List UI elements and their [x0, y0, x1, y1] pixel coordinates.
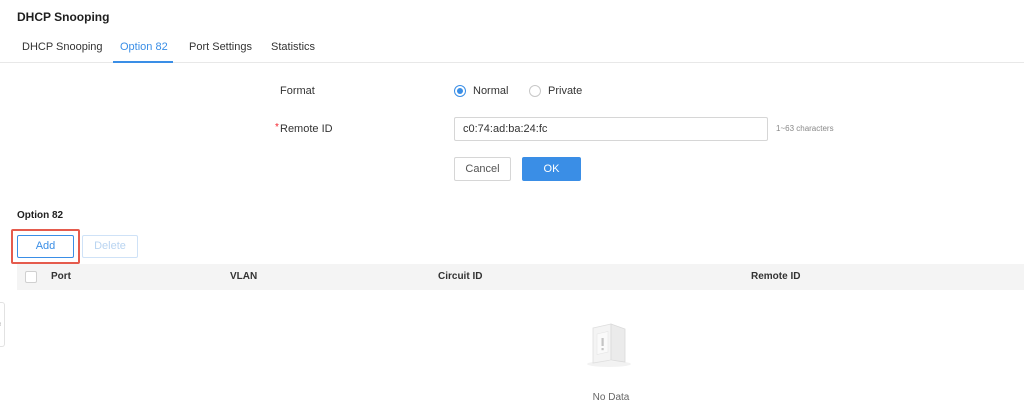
remote-id-label: * Remote ID [275, 122, 333, 135]
radio-checked-icon [454, 85, 466, 97]
remote-id-label-text: Remote ID [280, 123, 333, 135]
tab-dhcp-snooping[interactable]: DHCP Snooping [22, 41, 103, 53]
side-collapse-tab[interactable]: ‹ [0, 302, 5, 347]
ok-button[interactable]: OK [522, 157, 581, 181]
remote-id-hint: 1~63 characters [776, 124, 834, 133]
remote-id-input[interactable] [454, 117, 768, 141]
tab-statistics[interactable]: Statistics [271, 41, 315, 53]
table-header: Port VLAN Circuit ID Remote ID [17, 264, 1024, 290]
page-title: DHCP Snooping [17, 10, 110, 24]
add-button[interactable]: Add [17, 235, 74, 258]
delete-button[interactable]: Delete [82, 235, 138, 258]
collapse-arrow-icon: ‹ [0, 321, 1, 328]
select-all-checkbox[interactable] [25, 271, 37, 283]
active-tab-indicator [113, 61, 173, 63]
empty-data-icon [587, 323, 631, 367]
empty-state-text: No Data [592, 392, 630, 403]
column-header-remote-id: Remote ID [751, 271, 801, 282]
format-radio-normal[interactable]: Normal [454, 85, 508, 97]
tab-port-settings[interactable]: Port Settings [189, 41, 252, 53]
tab-bar: DHCP Snooping Option 82 Port Settings St… [0, 34, 1024, 63]
cancel-button[interactable]: Cancel [454, 157, 511, 181]
column-header-port: Port [51, 271, 71, 282]
radio-label-private: Private [548, 85, 583, 97]
tab-option-82[interactable]: Option 82 [120, 41, 168, 53]
radio-unchecked-icon [529, 85, 541, 97]
column-header-circuit-id: Circuit ID [438, 271, 483, 282]
section-title: Option 82 [17, 210, 64, 221]
format-label: Format [280, 85, 315, 97]
required-asterisk-icon: * [275, 122, 279, 133]
column-header-vlan: VLAN [230, 271, 258, 282]
radio-label-normal: Normal [473, 85, 509, 97]
format-radio-private[interactable]: Private [529, 85, 582, 97]
